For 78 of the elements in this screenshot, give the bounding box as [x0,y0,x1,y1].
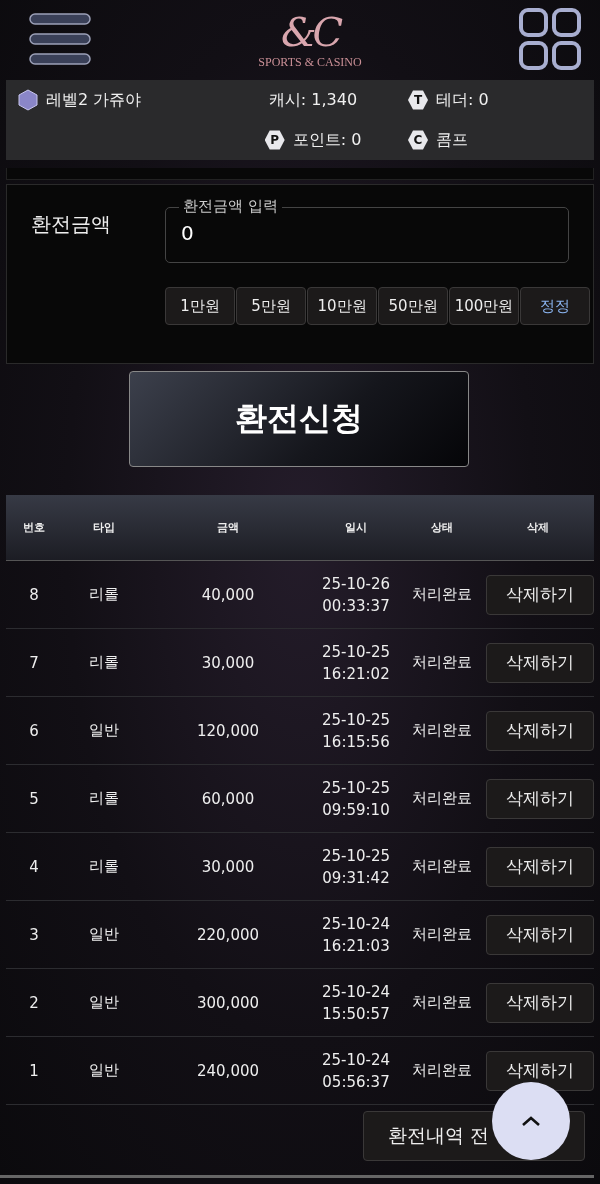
table-cell-text: 리롤 [88,653,120,672]
level-text: 레벨2 가쥬야 [46,89,142,111]
table-cell-text: 40,000 [200,585,256,604]
delete-button[interactable]: 삭제하기 [486,1050,594,1091]
status-cell-text: 처리완료 [411,993,473,1012]
status-cell-text: 처리완료 [411,721,473,740]
table-cell-text: 4 [28,857,40,876]
column-header: 타입 [92,520,116,535]
table-cell-text: 1 [28,1061,40,1080]
points-badge: P [264,130,285,150]
comp-badge: C [408,130,428,150]
column-header: 번호 [22,520,46,535]
status-cell-text: 처리완료 [411,1061,473,1080]
date-cell-text: 25-10-25 16:15:56 [320,709,392,753]
status-cell-text: 처리완료 [411,857,473,876]
reset-button[interactable]: 정정 [520,287,590,325]
logo-mark: &C [280,8,340,55]
column-header: 일시 [344,520,368,535]
column-header: 금액 [216,520,240,535]
amount-button[interactable]: 10만원 [307,287,377,325]
delete-button[interactable]: 삭제하기 [486,710,594,751]
table-cell-text: 리롤 [88,585,120,604]
date-cell-text: 25-10-25 09:31:42 [320,845,392,889]
amount-button[interactable]: 1만원 [165,287,235,325]
level-icon [18,89,38,111]
amount-button[interactable]: 50만원 [378,287,448,325]
column-header: 삭제 [526,520,550,535]
table-cell-text: 2 [28,993,40,1012]
logo-text: SPORTS & CASINO [258,54,362,70]
delete-button[interactable]: 삭제하기 [486,642,594,683]
grid-menu-icon[interactable] [518,7,582,71]
chevron-up-icon [521,1115,541,1127]
points-balance: 포인트: 0 [292,129,362,151]
amount-button[interactable]: 100만원 [449,287,519,325]
table-cell-text: 7 [28,653,40,672]
date-cell-text: 25-10-25 16:21:02 [320,641,392,685]
table-cell-text: 220,000 [196,925,260,944]
delete-button[interactable]: 삭제하기 [486,914,594,955]
delete-button[interactable]: 삭제하기 [486,846,594,887]
date-cell-text: 25-10-24 15:50:57 [320,981,392,1025]
date-cell-text: 25-10-24 05:56:37 [320,1049,392,1093]
delete-button[interactable]: 삭제하기 [486,982,594,1023]
table-cell-text: 240,000 [196,1061,260,1080]
table-cell-text: 5 [28,789,40,808]
status-cell-text: 처리완료 [411,925,473,944]
table-cell-text: 일반 [88,721,120,740]
date-cell-text: 25-10-24 16:21:03 [320,913,392,957]
table-cell-text: 30,000 [200,857,256,876]
table-cell-text: 3 [28,925,40,944]
amount-label: 환전금액 [31,211,112,238]
cash-balance: 캐시: 1,340 [268,89,358,111]
table-cell-text: 일반 [88,993,120,1012]
status-cell-text: 처리완료 [411,653,473,672]
table-cell-text: 60,000 [200,789,256,808]
date-cell-text: 25-10-26 00:33:37 [320,573,392,617]
date-cell-text: 25-10-25 09:59:10 [320,777,392,821]
tether-balance: 테더: 0 [436,89,489,111]
delete-button[interactable]: 삭제하기 [486,778,594,819]
table-cell-text: 일반 [88,1061,120,1080]
delete-button[interactable]: 삭제하기 [486,574,594,615]
menu-icon[interactable] [28,11,92,67]
amount-button[interactable]: 5만원 [236,287,306,325]
status-cell-text: 처리완료 [411,789,473,808]
column-header: 상태 [430,520,454,535]
submit-button[interactable]: 환전신청 [128,371,469,467]
tether-badge: T [408,90,428,110]
amount-field[interactable]: 환전금액 입력 0 [165,197,569,263]
table-cell-text: 8 [28,585,40,604]
comp-link[interactable]: 콤프 [436,129,468,151]
table-cell-text: 일반 [88,925,120,944]
field-label: 환전금액 입력 [179,197,282,215]
table-cell-text: 30,000 [200,653,256,672]
table-cell-text: 6 [28,721,40,740]
table-cell-text: 120,000 [196,721,260,740]
table-cell-text: 리롤 [88,857,120,876]
table-cell-text: 300,000 [196,993,260,1012]
status-cell-text: 처리완료 [411,585,473,604]
table-cell-text: 리롤 [88,789,120,808]
